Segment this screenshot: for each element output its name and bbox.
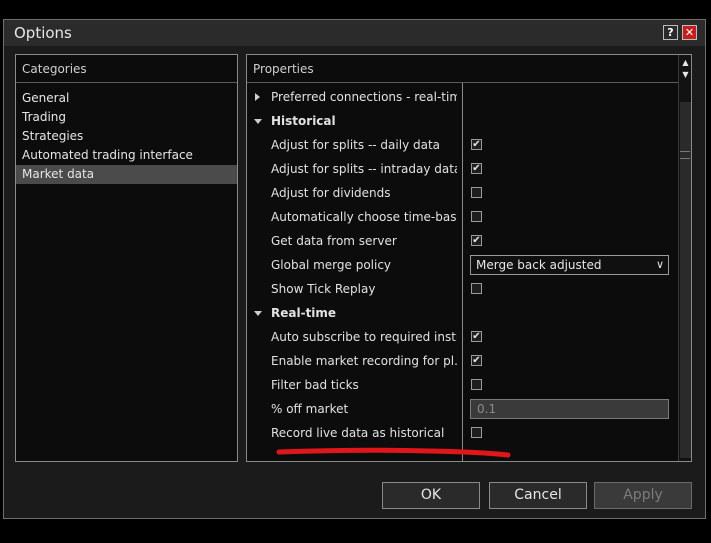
- checkbox-adjust-splits-daily[interactable]: ✔: [471, 139, 482, 150]
- category-row-historical[interactable]: Historical: [247, 109, 678, 133]
- options-dialog: Options ? ✕ Categories General Trading S…: [3, 19, 706, 519]
- checkbox-record-live-data[interactable]: [471, 427, 482, 438]
- category-row-real-time[interactable]: Real-time: [247, 301, 678, 325]
- cancel-button[interactable]: Cancel: [489, 482, 587, 509]
- row-label: % off market: [271, 402, 349, 416]
- help-button[interactable]: ?: [663, 25, 678, 40]
- categories-list: General Trading Strategies Automated tra…: [16, 89, 237, 184]
- collapse-arrow-icon[interactable]: [254, 119, 262, 124]
- checkbox-enable-market-recording[interactable]: ✔: [471, 355, 482, 366]
- row-label: Historical: [271, 114, 336, 128]
- row-label: Filter bad ticks: [271, 378, 359, 392]
- collapse-arrow-icon[interactable]: [254, 311, 262, 316]
- expand-arrow-icon[interactable]: [255, 93, 260, 101]
- categories-header: Categories: [16, 55, 237, 83]
- chevron-down-icon: ∨: [655, 258, 664, 271]
- row-label: Adjust for dividends: [271, 186, 391, 200]
- property-grid: Preferred connections - real-time Histor…: [247, 83, 678, 461]
- scroll-up-icon[interactable]: ▲: [680, 57, 691, 69]
- categories-panel: Categories General Trading Strategies Au…: [15, 54, 238, 462]
- checkbox-adjust-dividends[interactable]: [471, 187, 482, 198]
- property-row-get-data-from-server: Get data from server ✔: [247, 229, 678, 253]
- checkbox-get-data-from-server[interactable]: ✔: [471, 235, 482, 246]
- category-item-automated-trading[interactable]: Automated trading interface: [16, 146, 237, 165]
- row-label: Get data from server: [271, 234, 397, 248]
- row-label: Global merge policy: [271, 258, 392, 272]
- property-row-percent-off-market: % off market 0.1: [247, 397, 678, 421]
- checkbox-auto-subscribe[interactable]: ✔: [471, 331, 482, 342]
- row-label: Show Tick Replay: [271, 282, 376, 296]
- category-item-general[interactable]: General: [16, 89, 237, 108]
- row-label: Adjust for splits -- intraday data: [271, 162, 457, 176]
- checkbox-filter-bad-ticks[interactable]: [471, 379, 482, 390]
- property-row-enable-market-recording: Enable market recording for pl… ✔: [247, 349, 678, 373]
- property-row-global-merge-policy: Global merge policy Merge back adjusted …: [247, 253, 678, 277]
- percent-off-market-input[interactable]: 0.1: [470, 399, 669, 419]
- property-row-auto-subscribe: Auto subscribe to required instr… ✔: [247, 325, 678, 349]
- checkbox-auto-choose-time-based[interactable]: [471, 211, 482, 222]
- category-item-trading[interactable]: Trading: [16, 108, 237, 127]
- scroll-down-icon[interactable]: ▼: [680, 69, 691, 81]
- property-row-record-live-data: Record live data as historical: [247, 421, 678, 445]
- row-label: Real-time: [271, 306, 337, 320]
- row-label: Auto subscribe to required instr…: [271, 330, 457, 344]
- properties-panel: Properties Preferred connections - real-…: [246, 54, 692, 462]
- row-label: Automatically choose time-bas…: [271, 210, 457, 224]
- row-label: Record live data as historical: [271, 426, 445, 440]
- checkbox-adjust-splits-intraday[interactable]: ✔: [471, 163, 482, 174]
- property-row-adjust-dividends: Adjust for dividends: [247, 181, 678, 205]
- properties-header: Properties: [247, 55, 691, 83]
- property-row-adjust-splits-intraday: Adjust for splits -- intraday data ✔: [247, 157, 678, 181]
- category-item-strategies[interactable]: Strategies: [16, 127, 237, 146]
- merge-policy-value: Merge back adjusted: [476, 258, 602, 272]
- title-bar[interactable]: Options ? ✕: [4, 20, 705, 46]
- close-icon[interactable]: ✕: [682, 25, 697, 40]
- merge-policy-select[interactable]: Merge back adjusted ∨: [470, 255, 669, 275]
- row-label: Preferred connections - real-time: [271, 90, 457, 104]
- category-item-market-data[interactable]: Market data: [16, 165, 237, 184]
- property-row-auto-choose-time-based: Automatically choose time-bas…: [247, 205, 678, 229]
- category-row-preferred-connections[interactable]: Preferred connections - real-time: [247, 85, 678, 109]
- scrollbar-grip-icon: [680, 151, 690, 159]
- property-row-filter-bad-ticks: Filter bad ticks: [247, 373, 678, 397]
- row-label: Enable market recording for pl…: [271, 354, 457, 368]
- ok-button[interactable]: OK: [382, 482, 480, 509]
- dialog-title: Options: [14, 24, 72, 42]
- row-label: Adjust for splits -- daily data: [271, 138, 441, 152]
- apply-button[interactable]: Apply: [594, 482, 692, 509]
- property-row-adjust-splits-daily: Adjust for splits -- daily data ✔: [247, 133, 678, 157]
- property-row-show-tick-replay: Show Tick Replay: [247, 277, 678, 301]
- checkbox-show-tick-replay[interactable]: [471, 283, 482, 294]
- vertical-scrollbar[interactable]: ▲ ▼: [678, 55, 691, 461]
